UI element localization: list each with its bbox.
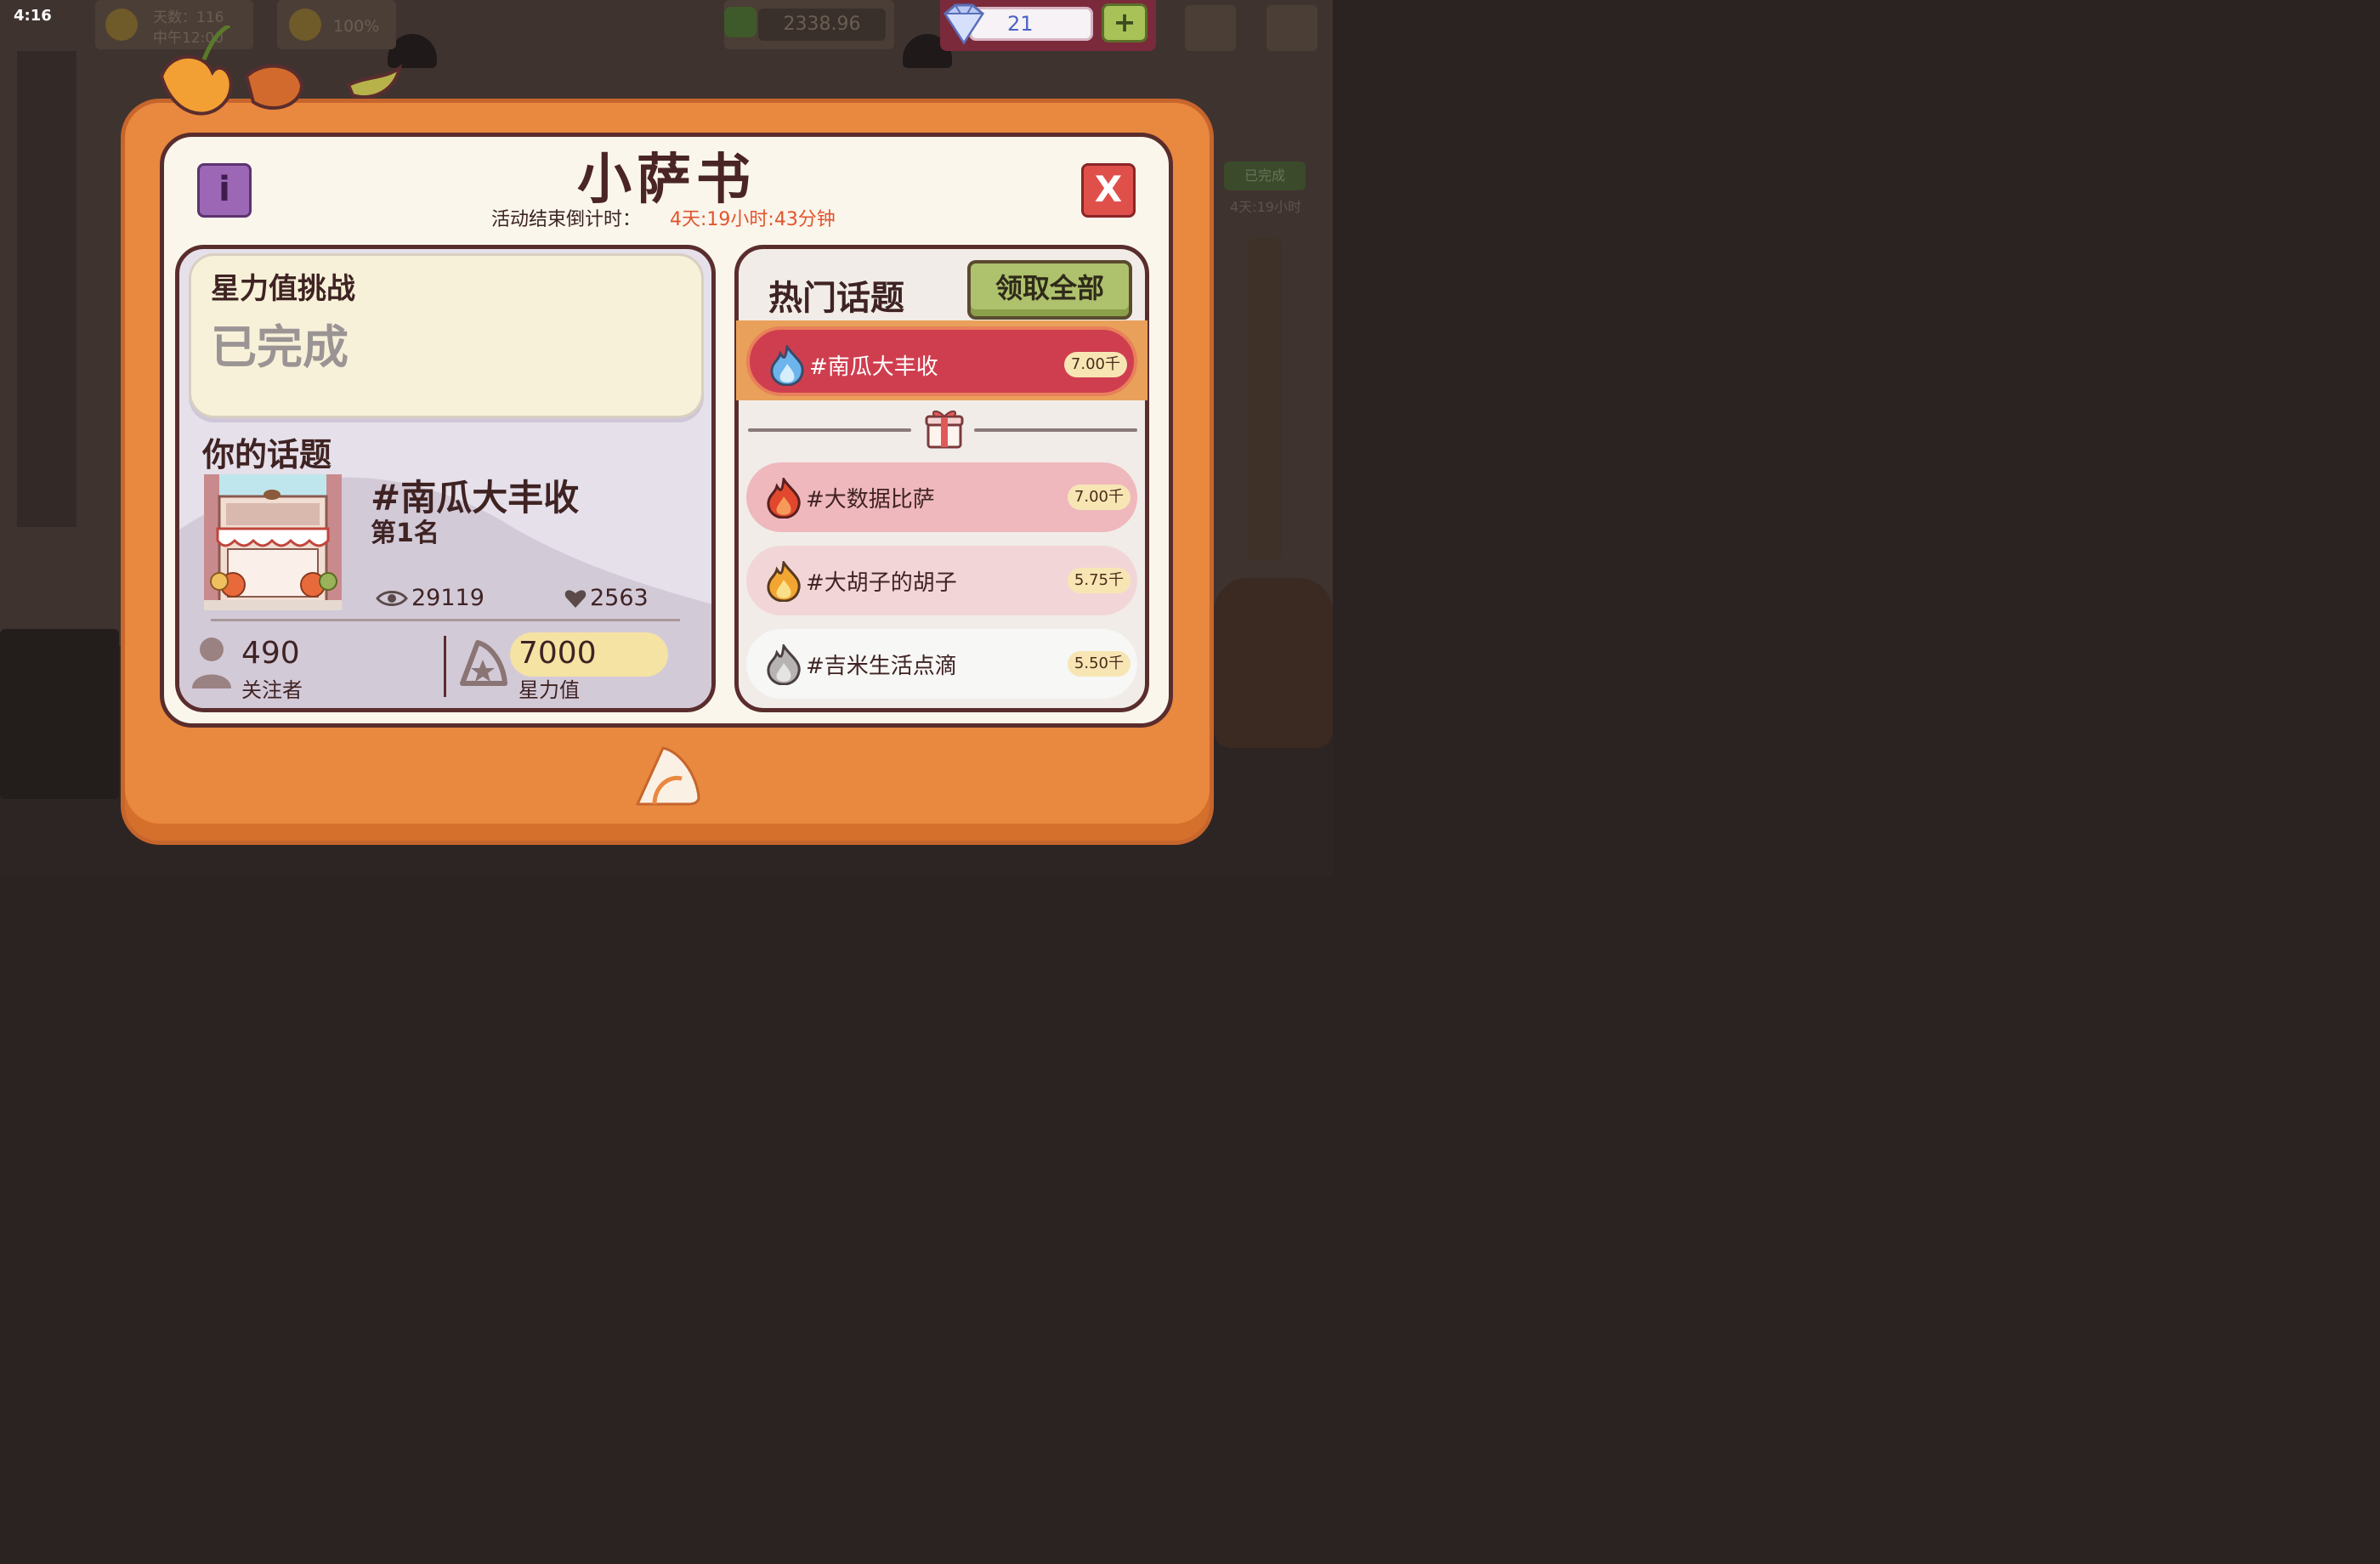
reward-divider bbox=[974, 428, 1137, 432]
followers-count: 490 bbox=[241, 636, 300, 671]
hot-topic-row[interactable]: #南瓜大丰收 7.00千 bbox=[746, 326, 1137, 396]
hot-topic-score: 7.00千 bbox=[1067, 484, 1130, 510]
challenge-status: 已完成 bbox=[211, 320, 348, 374]
reward-divider bbox=[748, 428, 911, 432]
stats-separator bbox=[444, 636, 446, 697]
hot-topic-score: 7.00千 bbox=[1063, 352, 1127, 377]
eye-icon bbox=[376, 590, 408, 606]
side-done-badge: 已完成 bbox=[1224, 162, 1306, 190]
status-clock: 4:16 bbox=[14, 7, 52, 25]
hot-topic-label: #大数据比萨 bbox=[806, 487, 935, 513]
followers-label: 关注者 bbox=[241, 678, 303, 702]
gift-icon[interactable] bbox=[925, 406, 964, 449]
claim-all-button[interactable]: 领取全部 bbox=[967, 260, 1132, 320]
broom-icon bbox=[1248, 238, 1282, 561]
likes-count: 2563 bbox=[590, 585, 649, 611]
hot-topic-row[interactable]: #吉米生活点滴 5.50千 bbox=[746, 629, 1137, 699]
collapse-hud-icon bbox=[1185, 5, 1236, 51]
day-count: 天数：116 bbox=[153, 9, 224, 26]
side-event-timer: 4天:19小时 bbox=[1230, 199, 1301, 215]
hot-topic-score: 5.50千 bbox=[1067, 651, 1130, 677]
dialog-title: 小萨书 bbox=[577, 149, 756, 212]
hot-topic-row[interactable]: #大数据比萨 7.00千 bbox=[746, 462, 1137, 532]
money-value: 2338.96 bbox=[758, 8, 886, 41]
hot-topic-row[interactable]: #大胡子的胡子 5.75千 bbox=[746, 546, 1137, 615]
challenge-title: 星力值挑战 bbox=[211, 272, 355, 306]
star-power-label: 星力值 bbox=[518, 678, 580, 702]
pumpkin-shop-thumbnail bbox=[204, 474, 342, 610]
hot-topic-label: #南瓜大丰收 bbox=[809, 354, 938, 380]
diamond-icon bbox=[944, 3, 984, 45]
views-stat: 29119 bbox=[376, 585, 484, 611]
countdown-label: 活动结束倒计时： bbox=[491, 209, 642, 230]
autumn-leaves-icon bbox=[159, 26, 403, 116]
views-count: 29119 bbox=[411, 585, 484, 611]
add-gems-button[interactable]: + bbox=[1102, 3, 1148, 42]
likes-stat: 2563 bbox=[564, 585, 649, 611]
hot-topic-label: #吉米生活点滴 bbox=[806, 654, 957, 679]
cash-icon bbox=[724, 7, 756, 37]
heart-icon bbox=[564, 589, 586, 608]
blue-flame-icon bbox=[770, 345, 804, 386]
close-button[interactable]: X bbox=[1081, 163, 1136, 218]
hot-topic-score: 5.75千 bbox=[1067, 568, 1130, 593]
person-icon bbox=[192, 638, 231, 688]
gray-flame-icon bbox=[767, 644, 801, 685]
countdown-value: 4天:19小时:43分钟 bbox=[670, 209, 836, 230]
star-power-value: 7000 bbox=[518, 636, 597, 671]
red-flame-icon bbox=[767, 478, 801, 518]
trophy-urn-icon bbox=[1214, 578, 1333, 748]
app-logo-icon bbox=[636, 746, 700, 806]
your-topic-heading: 你的话题 bbox=[202, 436, 332, 473]
info-button[interactable]: i bbox=[197, 163, 252, 218]
background-pillar bbox=[17, 51, 76, 527]
sun-icon bbox=[105, 8, 138, 41]
hot-topic-label: #大胡子的胡子 bbox=[806, 570, 957, 596]
orange-flame-icon bbox=[767, 561, 801, 602]
hot-topics-heading: 热门话题 bbox=[768, 279, 904, 318]
stats-divider bbox=[211, 619, 680, 621]
money-panel: 2338.96 bbox=[724, 0, 894, 49]
your-topic-rank: 第1名 bbox=[371, 518, 439, 548]
cash-register-icon bbox=[0, 629, 119, 799]
menu-icon bbox=[1266, 5, 1318, 51]
star-power-icon bbox=[460, 640, 507, 686]
